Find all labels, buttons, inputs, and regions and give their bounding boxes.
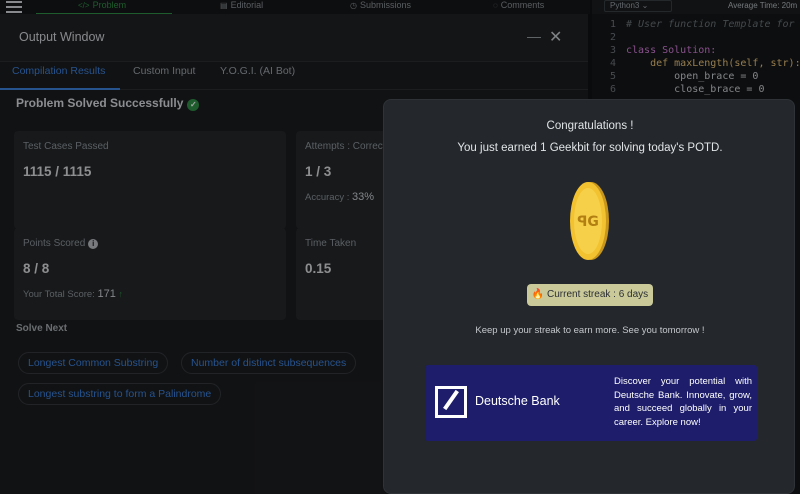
ad-brand-name: Deutsche Bank — [475, 394, 560, 408]
geekbit-coin-icon: ꟼG — [570, 182, 609, 260]
ad-text: Discover your potential with Deutsche Ba… — [614, 376, 752, 428]
streak-badge: 🔥 Current streak : 6 days — [527, 284, 653, 306]
svg-text:ꟼG: ꟼG — [577, 214, 599, 230]
potd-congrats-modal: Congratulations ! You just earned 1 Geek… — [383, 99, 795, 494]
advertisement-banner[interactable]: Deutsche Bank Discover your potential wi… — [425, 365, 757, 441]
deutsche-bank-logo-icon — [435, 386, 467, 418]
modal-title: Congratulations ! — [546, 120, 634, 132]
modal-footer-text: Keep up your streak to earn more. See yo… — [475, 325, 705, 336]
modal-message: You just earned 1 Geekbit for solving to… — [457, 142, 723, 154]
app-root: </> Problem ▤ Editorial ◷ Submissions ◌ Comm… — [0, 0, 800, 494]
